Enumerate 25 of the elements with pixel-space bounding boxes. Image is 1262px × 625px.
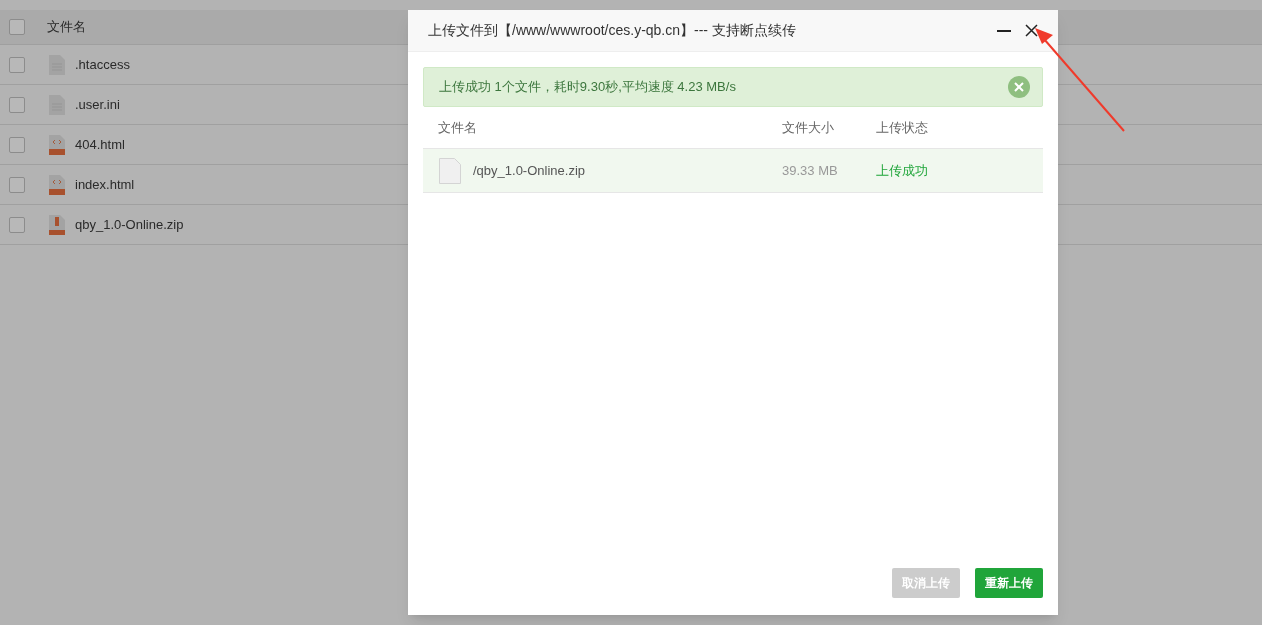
file-name[interactable]: .user.ini bbox=[75, 94, 120, 115]
file-name[interactable]: .htaccess bbox=[75, 54, 130, 75]
zip-file-icon bbox=[49, 214, 65, 235]
checkbox[interactable] bbox=[9, 216, 25, 233]
alert-message: 上传成功 1个文件，耗时9.30秒,平均速度 4.23 MB/s bbox=[439, 78, 736, 97]
file-name[interactable]: 404.html bbox=[75, 134, 125, 155]
file-name[interactable]: qby_1.0-Online.zip bbox=[75, 214, 184, 235]
column-header: 文件名 bbox=[47, 18, 86, 37]
column-header: 文件大小 bbox=[782, 118, 835, 137]
html-file-icon bbox=[49, 174, 65, 195]
checkbox[interactable] bbox=[9, 56, 25, 73]
document-icon bbox=[439, 157, 461, 184]
html-file-icon bbox=[49, 134, 65, 155]
checkbox[interactable] bbox=[9, 96, 25, 113]
checkbox[interactable] bbox=[9, 19, 25, 35]
close-icon[interactable] bbox=[1025, 24, 1038, 37]
file-size: 39.33 MB bbox=[782, 161, 839, 180]
dialog-title: 上传文件到【/www/wwwroot/ces.y-qb.cn】--- 支持断点续传 bbox=[428, 21, 796, 40]
checkbox[interactable] bbox=[9, 176, 25, 193]
upload-status: 上传成功 bbox=[876, 161, 928, 180]
column-header: 文件名 bbox=[437, 118, 478, 137]
file-name: /qby_1.0-Online.zip bbox=[473, 161, 586, 180]
file-name[interactable]: index.html bbox=[75, 174, 135, 195]
checkbox[interactable] bbox=[9, 136, 25, 153]
column-header: 上传状态 bbox=[876, 118, 928, 137]
